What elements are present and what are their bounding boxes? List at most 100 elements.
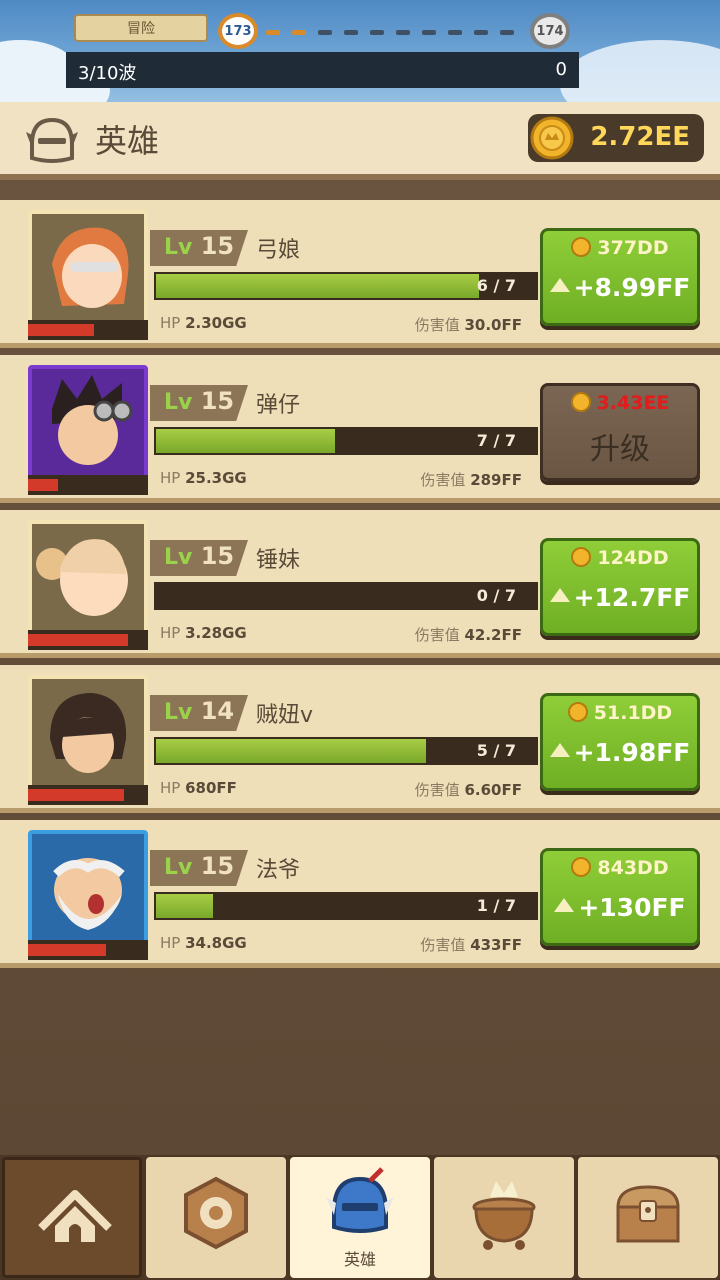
archer-portrait-icon: [32, 214, 144, 322]
coin-icon: [570, 392, 591, 412]
adventure-banner[interactable]: 冒险: [74, 14, 208, 42]
xp-bar: 0 / 7: [154, 582, 538, 610]
level-value: 15: [200, 232, 235, 260]
hero-portrait[interactable]: [28, 520, 148, 636]
hero-portrait[interactable]: [28, 365, 148, 481]
hp-label: HP: [160, 469, 181, 487]
damage-stat: 伤害值 30.0FF: [415, 314, 522, 335]
damage-label: 伤害值: [420, 936, 466, 954]
tab-equipment[interactable]: [146, 1157, 286, 1278]
tab-heroes[interactable]: 英雄: [290, 1157, 430, 1278]
level-tag: Lv 15: [150, 850, 248, 886]
stage-progress-dash: [266, 30, 280, 35]
tab-heroes-label: 英雄: [343, 1250, 376, 1269]
hero-name: 弓娘: [256, 238, 301, 263]
xp-text: 6 / 7: [476, 276, 516, 295]
upgrade-button-disabled[interactable]: 3.43EE 升级: [540, 383, 700, 481]
stage-progress-dash: [474, 30, 488, 35]
hero-health-bar: [28, 630, 148, 650]
upgrade-button[interactable]: 51.1DD +1.98FF: [540, 693, 700, 791]
damage-label: 伤害值: [414, 781, 460, 799]
xp-bar: 7 / 7: [154, 427, 538, 455]
up-arrow-icon: [549, 588, 570, 602]
damage-stat: 伤害值 289FF: [420, 469, 522, 490]
upgrade-cost: 3.43EE: [543, 392, 697, 414]
hero-health-fill: [28, 944, 106, 956]
hp-value: 3.28GG: [185, 624, 247, 642]
hp-label: HP: [160, 934, 181, 952]
xp-fill: [156, 274, 479, 298]
tab-cauldron[interactable]: [434, 1157, 574, 1278]
hero-portrait[interactable]: [28, 210, 148, 326]
xp-text: 1 / 7: [476, 896, 516, 915]
treasure-chest-icon: [616, 1185, 680, 1243]
upgrade-cost: 843DD: [543, 857, 697, 879]
stage-progress-dash: [370, 30, 384, 35]
upgrade-button[interactable]: 124DD +12.7FF: [540, 538, 700, 636]
xp-text: 0 / 7: [476, 586, 516, 605]
upgrade-gain-value: +130FF: [578, 893, 686, 922]
adventure-banner-label: 冒险: [127, 21, 155, 37]
damage-stat: 伤害值 6.60FF: [415, 779, 522, 800]
damage-value: 42.2FF: [464, 626, 522, 644]
stage-progress-dash: [500, 30, 514, 35]
gold-coin-icon: [530, 116, 574, 160]
xp-bar: 1 / 7: [154, 892, 538, 920]
level-value: 15: [200, 542, 235, 570]
hero-card: Lv 15 弹仔 7 / 7 HP 25.3GG 伤害值 289FF 3.43E…: [0, 355, 720, 503]
hammer-girl-portrait-icon: [32, 524, 144, 632]
hero-portrait[interactable]: [28, 675, 148, 791]
upgrade-gain: +12.7FF: [543, 583, 697, 612]
tab-chest[interactable]: [578, 1157, 718, 1278]
hero-list[interactable]: Lv 15 弓娘 6 / 7 HP 2.30GG 伤害值 30.0FF 377D…: [0, 180, 720, 1155]
cauldron-icon: [472, 1181, 536, 1250]
hex-gear-icon: [184, 1176, 248, 1250]
level-tag: Lv 15: [150, 230, 248, 266]
hero-portrait[interactable]: [28, 830, 148, 946]
coin-icon: [571, 237, 592, 257]
upgrade-gain-value: +1.98FF: [573, 738, 691, 767]
upgrade-cost-value: 3.43EE: [596, 392, 670, 414]
upgrade-gain: +1.98FF: [543, 738, 697, 767]
upgrade-cost-value: 51.1DD: [593, 702, 673, 724]
hp-stat: HP 34.8GG: [160, 934, 247, 952]
hp-value: 680FF: [185, 779, 237, 797]
up-arrow-icon: [549, 278, 570, 292]
stage-progress-dash: [344, 30, 358, 35]
upgrade-cost: 51.1DD: [543, 702, 697, 724]
gold-amount: 2.72EE: [590, 122, 690, 152]
hero-health-bar: [28, 320, 148, 340]
hp-value: 2.30GG: [185, 314, 247, 332]
hero-health-bar: [28, 785, 148, 805]
damage-value: 6.60FF: [464, 781, 522, 799]
hp-label: HP: [160, 779, 181, 797]
hero-card: Lv 14 贼妞v 5 / 7 HP 680FF 伤害值 6.60FF 51.1…: [0, 665, 720, 813]
xp-fill: [156, 429, 335, 453]
hero-name: 贼妞v: [256, 703, 314, 728]
hero-health-bar: [28, 475, 148, 495]
hero-card: Lv 15 锤妹 0 / 7 HP 3.28GG 伤害值 42.2FF 124D…: [0, 510, 720, 658]
hp-stat: HP 680FF: [160, 779, 237, 797]
xp-bar: 6 / 7: [154, 272, 538, 300]
upgrade-label: 升级: [590, 432, 650, 467]
upgrade-button[interactable]: 843DD +130FF: [540, 848, 700, 946]
wave-count: 0: [555, 59, 567, 80]
upgrade-button[interactable]: 377DD +8.99FF: [540, 228, 700, 326]
xp-bar: 5 / 7: [154, 737, 538, 765]
tab-camp[interactable]: [2, 1157, 142, 1278]
hero-card: Lv 15 法爷 1 / 7 HP 34.8GG 伤害值 433FF 843DD…: [0, 820, 720, 968]
hp-label: HP: [160, 314, 181, 332]
next-stage-node: 174: [530, 13, 570, 49]
hero-health-fill: [28, 634, 128, 646]
stage-progress-dash: [422, 30, 436, 35]
xp-text: 5 / 7: [476, 741, 516, 760]
cloud: [560, 40, 720, 110]
camp-tent-icon: [38, 1190, 112, 1242]
level-value: 15: [200, 387, 235, 415]
level-prefix: Lv: [164, 235, 193, 260]
hero-health-fill: [28, 324, 94, 336]
level-tag: Lv 14: [150, 695, 248, 731]
wave-progress-bar: 3/10波 0: [66, 52, 579, 88]
thief-girl-portrait-icon: [32, 679, 144, 787]
damage-stat: 伤害值 42.2FF: [415, 624, 522, 645]
